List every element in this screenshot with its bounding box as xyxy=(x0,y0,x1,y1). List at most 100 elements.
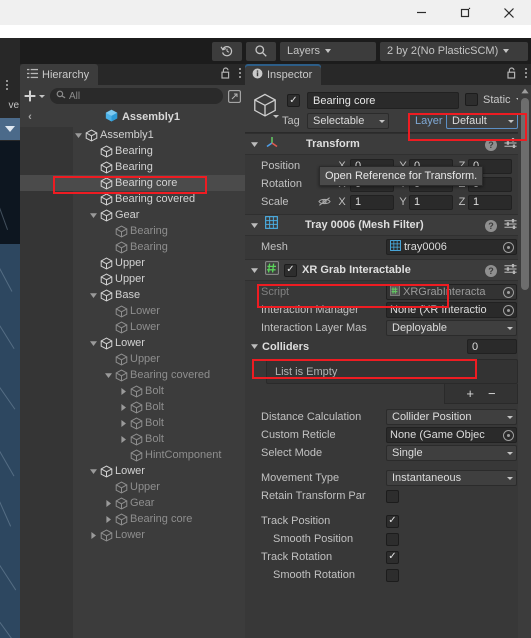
scrollbar-thumb[interactable] xyxy=(521,98,529,290)
hierarchy-item-bearing-core[interactable]: Bearing core xyxy=(20,511,245,527)
hierarchy-item-bearing[interactable]: Bearing xyxy=(20,143,245,159)
object-picker-icon[interactable] xyxy=(503,429,514,441)
chevron-left-icon[interactable]: ‹ xyxy=(20,111,40,123)
constrain-proportions-off-icon[interactable] xyxy=(318,197,331,210)
distance-calculation-dropdown[interactable]: Collider Position xyxy=(386,409,517,425)
hierarchy-item-lower[interactable]: Lower xyxy=(20,527,245,543)
object-picker-icon[interactable] xyxy=(503,304,514,316)
add-gameobject-button[interactable] xyxy=(24,90,45,102)
track-rotation-checkbox[interactable]: ✓ xyxy=(386,550,399,564)
custom-reticle-object-field[interactable]: None (Game Objec xyxy=(386,427,517,443)
maximize-icon[interactable] xyxy=(443,0,487,25)
preset-settings-icon[interactable] xyxy=(504,136,517,154)
colliders-list-empty[interactable]: List is Empty xyxy=(266,359,518,384)
layout-dropdown[interactable]: 2 by 2(No PlasticSCM) xyxy=(380,41,528,61)
static-checkbox[interactable] xyxy=(465,93,478,106)
hierarchy-item-gear[interactable]: Gear xyxy=(20,495,245,511)
breadcrumb-current[interactable]: Assembly1 xyxy=(40,109,245,125)
kebab-menu-icon[interactable] xyxy=(525,68,527,78)
chevron-right-icon[interactable] xyxy=(118,419,129,428)
transform-scale-z[interactable]: 1 xyxy=(468,194,512,210)
search-input[interactable]: All xyxy=(50,88,223,104)
hierarchy-item-bolt[interactable]: Bolt xyxy=(20,399,245,415)
object-picker-icon[interactable] xyxy=(503,286,514,298)
gameobject-name-input[interactable]: Bearing core xyxy=(307,92,459,109)
search-icon[interactable] xyxy=(246,41,276,61)
hierarchy-item-lower[interactable]: Lower xyxy=(20,335,245,351)
scene-tab-partial-label[interactable]: ve xyxy=(0,96,20,114)
movement-type-dropdown[interactable]: Instantaneous xyxy=(386,470,517,486)
mesh-filter-component-header[interactable]: Tray 0006 (Mesh Filter) ? xyxy=(245,214,531,236)
chevron-right-icon[interactable] xyxy=(88,531,99,540)
help-icon[interactable]: ? xyxy=(485,139,497,151)
chevron-down-icon[interactable] xyxy=(88,467,99,476)
chevron-down-icon[interactable] xyxy=(249,140,260,149)
smooth-rotation-checkbox[interactable] xyxy=(386,568,399,582)
preset-settings-icon[interactable] xyxy=(504,217,517,235)
inspector-scrollbar[interactable] xyxy=(518,85,531,638)
scene-view-viewport[interactable] xyxy=(0,141,20,638)
close-icon[interactable] xyxy=(487,0,531,25)
chevron-right-icon[interactable] xyxy=(118,435,129,444)
transform-scale-x[interactable]: 1 xyxy=(350,194,394,210)
chevron-right-icon[interactable] xyxy=(118,387,129,396)
hierarchy-item-bolt[interactable]: Bolt xyxy=(20,383,245,399)
tab-inspector[interactable]: Inspector xyxy=(245,64,322,85)
hierarchy-item-assembly1[interactable]: Assembly1 xyxy=(20,127,245,143)
kebab-menu-icon[interactable] xyxy=(6,80,8,90)
layers-dropdown[interactable]: Layers xyxy=(280,41,376,61)
hierarchy-item-bearing[interactable]: Bearing xyxy=(20,159,245,175)
interaction-layer-mas-dropdown[interactable]: Deployable xyxy=(386,320,517,336)
preset-settings-icon[interactable] xyxy=(504,262,517,280)
hierarchy-item-bearing[interactable]: Bearing xyxy=(20,223,245,239)
script-object-field[interactable]: XRGrabInteracta xyxy=(386,284,517,300)
hierarchy-item-hintcomponent[interactable]: HintComponent xyxy=(20,447,245,463)
hierarchy-item-upper[interactable]: Upper xyxy=(20,351,245,367)
retain-transform-par-checkbox[interactable] xyxy=(386,489,399,503)
chevron-down-icon[interactable] xyxy=(249,221,260,230)
hierarchy-item-base[interactable]: Base xyxy=(20,287,245,303)
hierarchy-item-gear[interactable]: Gear xyxy=(20,207,245,223)
add-collider-button[interactable]: + xyxy=(466,386,474,401)
xr-grab-interactable-component-header[interactable]: ✓ XR Grab Interactable ? xyxy=(245,259,531,281)
minimize-icon[interactable] xyxy=(399,0,443,25)
hierarchy-item-lower[interactable]: Lower xyxy=(20,303,245,319)
chevron-down-icon[interactable] xyxy=(88,339,99,348)
kebab-menu-icon[interactable] xyxy=(239,68,241,78)
track-position-checkbox[interactable]: ✓ xyxy=(386,514,399,528)
scene-camera-dropdown[interactable] xyxy=(0,118,20,140)
hierarchy-item-bearing[interactable]: Bearing xyxy=(20,239,245,255)
smooth-position-checkbox[interactable] xyxy=(386,532,399,546)
scroll-up-arrow-icon[interactable] xyxy=(518,85,531,97)
help-icon[interactable]: ? xyxy=(485,265,497,277)
colliders-header-row[interactable]: Colliders 0 xyxy=(245,337,531,356)
chevron-down-icon[interactable] xyxy=(73,131,84,140)
object-picker-icon[interactable] xyxy=(503,241,514,253)
gameobject-enabled-checkbox[interactable]: ✓ xyxy=(287,94,300,107)
chevron-down-icon[interactable] xyxy=(88,211,99,220)
transform-component-header[interactable]: Transform ? xyxy=(245,133,531,155)
lock-open-icon[interactable] xyxy=(507,67,517,79)
chevron-down-icon[interactable] xyxy=(249,342,260,351)
tag-dropdown[interactable]: Selectable xyxy=(307,113,389,129)
layer-dropdown[interactable]: Default xyxy=(446,113,518,129)
hierarchy-item-upper[interactable]: Upper xyxy=(20,479,245,495)
chevron-down-icon[interactable] xyxy=(249,266,260,275)
remove-collider-button[interactable]: − xyxy=(488,386,496,401)
hierarchy-item-bolt[interactable]: Bolt xyxy=(20,431,245,447)
hierarchy-item-bearing-covered[interactable]: Bearing covered xyxy=(20,367,245,383)
chevron-right-icon[interactable] xyxy=(103,499,114,508)
help-icon[interactable]: ? xyxy=(485,220,497,232)
history-undo-icon[interactable] xyxy=(212,41,242,61)
transform-scale-y[interactable]: 1 xyxy=(409,194,453,210)
tab-hierarchy[interactable]: Hierarchy xyxy=(20,64,99,85)
chevron-down-icon[interactable] xyxy=(103,371,114,380)
hierarchy-item-bearing-core[interactable]: Bearing core xyxy=(20,175,245,191)
lock-open-icon[interactable] xyxy=(221,67,231,79)
open-in-new-icon[interactable] xyxy=(228,89,241,103)
chevron-down-icon[interactable] xyxy=(88,291,99,300)
hierarchy-tree[interactable]: Assembly1 Bearing Bearing Bearing core Beari… xyxy=(20,127,245,638)
hierarchy-item-bearing-covered[interactable]: Bearing covered xyxy=(20,191,245,207)
hierarchy-item-lower[interactable]: Lower xyxy=(20,319,245,335)
interaction-manager-object-field[interactable]: None (XR Interactio xyxy=(386,302,517,318)
